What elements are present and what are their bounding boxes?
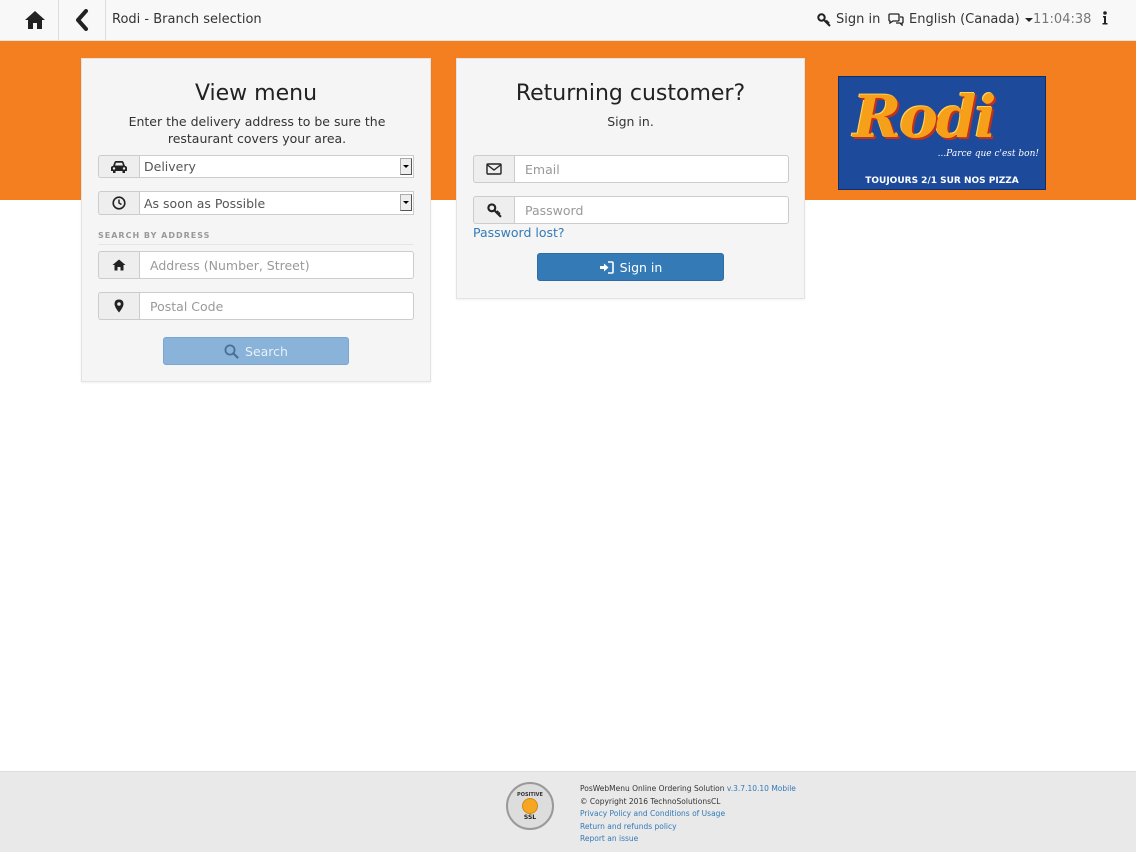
back-button[interactable]: [59, 0, 106, 40]
sign-in-label: Sign in: [836, 12, 881, 27]
ssl-sun-icon: [522, 798, 538, 814]
search-icon: [224, 344, 239, 359]
key-icon: [486, 202, 502, 218]
order-time-value: As soon as Possible: [144, 195, 266, 211]
footer-product-line: PosWebMenu Online Ordering Solution v.3.…: [580, 783, 796, 796]
key-icon-addon: [473, 196, 514, 224]
postal-input-group: Postal Code: [98, 292, 414, 320]
email-input-group: Email: [473, 155, 789, 183]
home-icon: [24, 11, 45, 29]
password-input[interactable]: Password: [514, 196, 789, 224]
order-time-select[interactable]: As soon as Possible: [98, 191, 414, 215]
footer-version[interactable]: v.3.7.10.10 Mobile: [727, 784, 796, 793]
language-selector[interactable]: English (Canada): [888, 12, 1039, 27]
chevron-left-icon: [76, 9, 88, 31]
search-button[interactable]: Search: [163, 337, 349, 365]
password-lost-link[interactable]: Password lost?: [473, 225, 565, 240]
info-icon: [1102, 11, 1108, 25]
sign-in-button[interactable]: Sign in: [537, 253, 724, 281]
car-icon: [111, 160, 127, 173]
logo-word: Rodi: [853, 83, 996, 151]
info-button[interactable]: [1102, 11, 1113, 25]
logo-tagline: ...Parce que c'est bon!: [937, 149, 1039, 159]
home-icon: [112, 259, 126, 271]
car-icon-addon: [98, 155, 139, 178]
clock-time: 11:04:38: [1033, 12, 1092, 27]
footer: POSITIVE SSL PosWebMenu Online Ordering …: [0, 771, 1136, 852]
dropdown-arrow-icon[interactable]: [400, 158, 412, 175]
footer-copyright: © Copyright 2016 TechnoSolutionsCL: [580, 796, 721, 806]
view-menu-title: View menu: [194, 81, 318, 106]
address-input-group: Address (Number, Street): [98, 251, 414, 279]
footer-report-link[interactable]: Report an issue: [580, 833, 796, 846]
page-title: Rodi - Branch selection: [112, 12, 262, 27]
sign-in-icon: [599, 260, 614, 274]
email-input[interactable]: Email: [514, 155, 789, 183]
footer-privacy-link[interactable]: Privacy Policy and Conditions of Usage: [580, 808, 796, 821]
envelope-icon-addon: [473, 155, 514, 183]
ssl-badge[interactable]: POSITIVE SSL: [506, 782, 554, 830]
chat-bubbles-icon: [888, 13, 904, 26]
order-mode-field[interactable]: Delivery: [139, 155, 414, 178]
search-by-address-label: SEARCH BY ADDRESS: [98, 231, 414, 245]
dropdown-arrow-icon[interactable]: [400, 194, 412, 211]
home-button[interactable]: [11, 0, 59, 40]
order-mode-select[interactable]: Delivery: [98, 155, 414, 178]
clock-icon: [112, 196, 126, 210]
footer-product: PosWebMenu Online Ordering Solution: [580, 784, 725, 793]
footer-links: PosWebMenu Online Ordering Solution v.3.…: [580, 783, 796, 846]
footer-refunds-link[interactable]: Return and refunds policy: [580, 821, 796, 834]
sign-in-link[interactable]: Sign in: [817, 12, 880, 27]
postal-placeholder: Postal Code: [150, 298, 224, 314]
map-marker-icon-addon: [98, 292, 139, 320]
address-placeholder: Address (Number, Street): [150, 257, 310, 273]
top-bar: Rodi - Branch selection Sign in English …: [0, 0, 1136, 41]
ssl-badge-bottom: SSL: [523, 814, 537, 821]
returning-customer-title: Returning customer?: [515, 81, 746, 106]
email-placeholder: Email: [525, 161, 560, 177]
search-label: Search: [245, 343, 288, 359]
key-icon: [817, 12, 831, 27]
home-icon-addon: [98, 251, 139, 279]
postal-code-input[interactable]: Postal Code: [139, 292, 414, 320]
order-mode-value: Delivery: [144, 159, 196, 174]
rodi-logo: Rodi ...Parce que c'est bon! TOUJOURS 2/…: [838, 76, 1046, 190]
returning-customer-panel: Returning customer? Sign in. Email Passw…: [456, 58, 805, 299]
order-time-field[interactable]: As soon as Possible: [139, 191, 414, 215]
envelope-icon: [486, 163, 502, 175]
address-input[interactable]: Address (Number, Street): [139, 251, 414, 279]
map-marker-icon: [114, 299, 124, 313]
view-menu-panel: View menu Enter the delivery address to …: [81, 58, 431, 382]
view-menu-subtitle: Enter the delivery address to be sure th…: [128, 114, 386, 146]
clock-icon-addon: [98, 191, 139, 215]
language-label: English (Canada): [909, 12, 1020, 27]
returning-customer-subtitle: Sign in.: [607, 114, 654, 129]
password-input-group: Password: [473, 196, 789, 224]
password-placeholder: Password: [525, 202, 584, 218]
logo-promo: TOUJOURS 2/1 SUR NOS PIZZA: [865, 176, 1019, 186]
sign-in-button-label: Sign in: [619, 259, 663, 275]
